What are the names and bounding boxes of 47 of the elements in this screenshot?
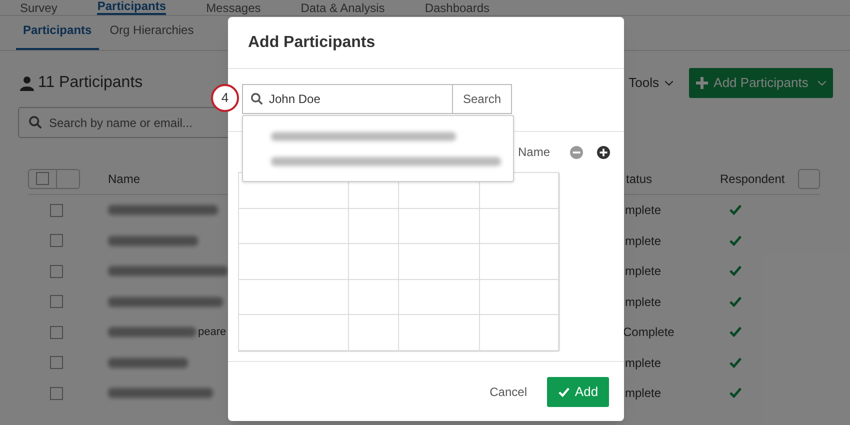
- caret-icon: [818, 80, 826, 86]
- select-all-checkbox[interactable]: [28, 168, 80, 188]
- column-header: Name: [108, 170, 140, 188]
- top-tab[interactable]: Participants: [97, 0, 166, 15]
- top-tab[interactable]: Messages: [206, 1, 261, 15]
- tools-button[interactable]: Tools: [628, 73, 673, 93]
- name-fragment: peare: [198, 325, 226, 340]
- row-checkbox[interactable]: [50, 295, 63, 308]
- row-checkbox[interactable]: [50, 204, 63, 217]
- sub-tab[interactable]: Org Hierarchies: [102, 21, 201, 50]
- row-checkbox[interactable]: [50, 264, 63, 278]
- search-icon: [251, 93, 263, 105]
- status-text: mplete: [624, 354, 662, 372]
- column-label: Name: [518, 144, 550, 161]
- modal-title: Add Participants: [248, 32, 376, 52]
- column-header: tatus: [626, 170, 654, 188]
- status-text: mplete: [624, 232, 662, 250]
- status-text: Complete: [623, 324, 676, 342]
- add-button[interactable]: Add: [547, 376, 609, 406]
- status-text: mplete: [624, 263, 662, 280]
- search-icon: [29, 116, 42, 129]
- blurred-email[interactable]: [271, 132, 456, 140]
- add-icon[interactable]: [597, 146, 610, 158]
- status-text: mplete: [624, 385, 662, 402]
- top-tab[interactable]: Survey: [20, 1, 58, 15]
- person-icon: [20, 76, 34, 90]
- sub-tab[interactable]: Participants: [16, 21, 99, 50]
- column-menu-button[interactable]: [798, 168, 820, 188]
- status-text: mplete: [624, 202, 662, 220]
- blurred-email[interactable]: [271, 156, 501, 166]
- participant-count: 11 Participants: [38, 73, 143, 93]
- add-participants-button[interactable]: Add Participants: [689, 68, 833, 98]
- search-button[interactable]: Search: [453, 84, 512, 114]
- cancel-button[interactable]: Cancel: [490, 382, 527, 400]
- status-text: mplete: [624, 294, 662, 311]
- top-tab[interactable]: Data & Analysis: [300, 1, 385, 15]
- row-checkbox[interactable]: [50, 234, 63, 248]
- row-checkbox[interactable]: [50, 386, 63, 400]
- row-checkbox[interactable]: [50, 356, 63, 370]
- check-icon: [558, 386, 570, 396]
- plus-icon: [696, 77, 708, 89]
- row-checkbox[interactable]: [50, 326, 63, 339]
- caret-icon: [665, 80, 673, 86]
- participant-search-field[interactable]: John Doe: [242, 84, 453, 114]
- top-tab[interactable]: Dashboards: [424, 1, 490, 15]
- column-header: Respondent: [720, 170, 785, 188]
- remove-icon[interactable]: [570, 146, 583, 158]
